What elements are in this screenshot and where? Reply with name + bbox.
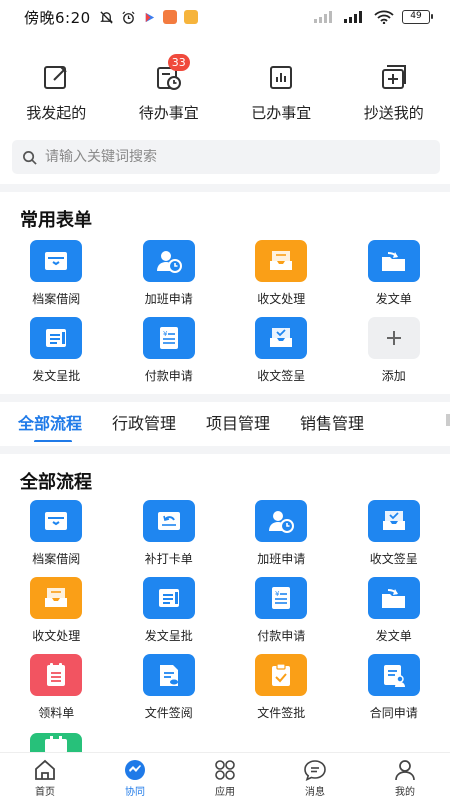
user-clock-icon — [269, 511, 295, 533]
tab-overflow-indicator — [446, 414, 450, 426]
flow-tile-file-approve[interactable]: 文件签批 — [225, 654, 338, 731]
form-tile-send-approval[interactable]: 发文呈批 — [0, 317, 113, 394]
form-tile-receive-process[interactable]: 收文处理 — [225, 240, 338, 317]
message-app-icon — [183, 10, 198, 24]
wifi-icon — [374, 10, 394, 24]
quick-item-initiated[interactable]: 我发起的 — [0, 62, 113, 134]
flow-tile-contract[interactable]: 合同申请 — [338, 654, 450, 731]
status-time: 傍晚6:20 — [24, 8, 91, 27]
tab-all-flows[interactable]: 全部流程 — [18, 404, 82, 442]
folder-send-icon — [381, 252, 405, 271]
payment-list-icon: ¥ — [159, 327, 178, 349]
document-lines-icon — [46, 329, 67, 347]
section-divider — [0, 184, 450, 192]
search-icon — [23, 150, 37, 165]
bottom-nav: 首页 协同 应用 消息 我的 — [0, 752, 450, 800]
archive-box-icon — [45, 252, 68, 270]
message-icon — [304, 760, 326, 781]
tab-sales[interactable]: 销售管理 — [300, 404, 364, 434]
material-list-icon — [47, 663, 66, 686]
form-tile-add[interactable]: 添加 — [338, 317, 450, 394]
quick-item-pending[interactable]: 33 待办事宜 — [113, 54, 226, 134]
form-tile-overtime[interactable]: 加班申请 — [113, 240, 226, 317]
status-bar: 傍晚6:20 49 — [0, 0, 450, 34]
flow-tile-archive-borrow[interactable]: 档案借阅 — [0, 500, 113, 577]
edit-document-icon — [44, 66, 67, 89]
flow-tile-payment[interactable]: ¥ 付款申请 — [225, 577, 338, 654]
home-icon — [35, 759, 55, 780]
folder-send-icon — [381, 589, 405, 608]
form-tile-archive-borrow[interactable]: 档案借阅 — [0, 240, 113, 317]
nav-messages[interactable]: 消息 — [270, 753, 360, 800]
tab-project[interactable]: 项目管理 — [206, 404, 270, 434]
handshake-icon — [125, 760, 145, 780]
archive-box-icon — [45, 512, 68, 530]
pending-count-badge: 33 — [167, 54, 190, 71]
nav-apps[interactable]: 应用 — [180, 753, 270, 800]
notify-app-icon — [162, 10, 177, 24]
tab-admin[interactable]: 行政管理 — [112, 404, 176, 434]
flow-tile-receive-sign[interactable]: 收文签呈 — [338, 500, 450, 577]
flow-tile-punch-card[interactable]: 补打卡单 — [113, 500, 226, 577]
all-flows-grid: 档案借阅 补打卡单 加班申请 收文签呈 收文处理 发文呈批 ¥ 付款申请 发文单… — [0, 500, 450, 731]
category-tabs: 全部流程 行政管理 项目管理 销售管理 — [0, 404, 450, 442]
plus-icon — [386, 331, 401, 345]
battery-level: 49 — [402, 10, 433, 24]
document-lines-icon — [158, 589, 179, 607]
nav-profile[interactable]: 我的 — [360, 753, 450, 800]
apps-grid-icon — [215, 760, 235, 780]
common-forms-title: 常用表单 — [20, 210, 92, 231]
flow-tile-partial[interactable] — [30, 733, 82, 752]
inbox-check-icon — [270, 328, 293, 347]
user-clock-icon — [156, 251, 182, 273]
search-bar[interactable] — [12, 140, 440, 174]
signal-strong-icon — [344, 11, 362, 23]
svg-text:¥: ¥ — [163, 330, 168, 338]
mute-bell-icon — [99, 10, 113, 24]
partial-form-icon — [45, 736, 67, 752]
flow-tile-material[interactable]: 领料单 — [0, 654, 113, 731]
flow-tile-file-read[interactable]: 文件签阅 — [113, 654, 226, 731]
common-forms-grid: 档案借阅 加班申请 收文处理 发文单 发文呈批 ¥ 付款申请 收文签呈 添加 — [0, 240, 450, 394]
copy-add-icon — [381, 65, 406, 89]
bar-chart-document-icon — [270, 66, 293, 89]
nav-collaborate[interactable]: 协同 — [90, 753, 180, 800]
contract-user-icon — [383, 665, 405, 687]
form-tile-send-doc[interactable]: 发文单 — [338, 240, 450, 317]
flow-tile-receive-process[interactable]: 收文处理 — [0, 577, 113, 654]
alarm-clock-icon — [122, 10, 135, 24]
section-divider — [0, 446, 450, 454]
inbox-check-icon — [382, 511, 405, 530]
punch-card-icon — [157, 512, 180, 530]
inbox-tray-icon — [270, 251, 293, 270]
app-screen: 傍晚6:20 49 我发起的 33 待办事宜 已办事宜 抄送我的 请输入关键词搜… — [0, 0, 450, 800]
nav-home[interactable]: 首页 — [0, 753, 90, 800]
quick-item-done[interactable]: 已办事宜 — [225, 62, 338, 134]
form-tile-receive-sign[interactable]: 收文签呈 — [225, 317, 338, 394]
svg-text:¥: ¥ — [275, 590, 280, 598]
flow-tile-send-doc[interactable]: 发文单 — [338, 577, 450, 654]
signal-weak-icon — [314, 11, 332, 23]
flow-tile-overtime[interactable]: 加班申请 — [225, 500, 338, 577]
flow-tile-send-approval[interactable]: 发文呈批 — [113, 577, 226, 654]
section-divider — [0, 394, 450, 402]
file-sign-icon — [159, 665, 178, 686]
inbox-tray-icon — [45, 588, 68, 607]
person-icon — [395, 760, 415, 781]
search-input[interactable] — [45, 149, 405, 165]
all-flows-title: 全部流程 — [20, 472, 92, 493]
quick-item-cc[interactable]: 抄送我的 — [338, 62, 450, 134]
payment-list-icon: ¥ — [272, 587, 291, 609]
clipboard-check-icon — [272, 663, 291, 686]
form-tile-payment[interactable]: ¥ 付款申请 — [113, 317, 226, 394]
quick-entries: 我发起的 33 待办事宜 已办事宜 抄送我的 — [0, 54, 450, 134]
video-app-icon — [145, 12, 154, 22]
